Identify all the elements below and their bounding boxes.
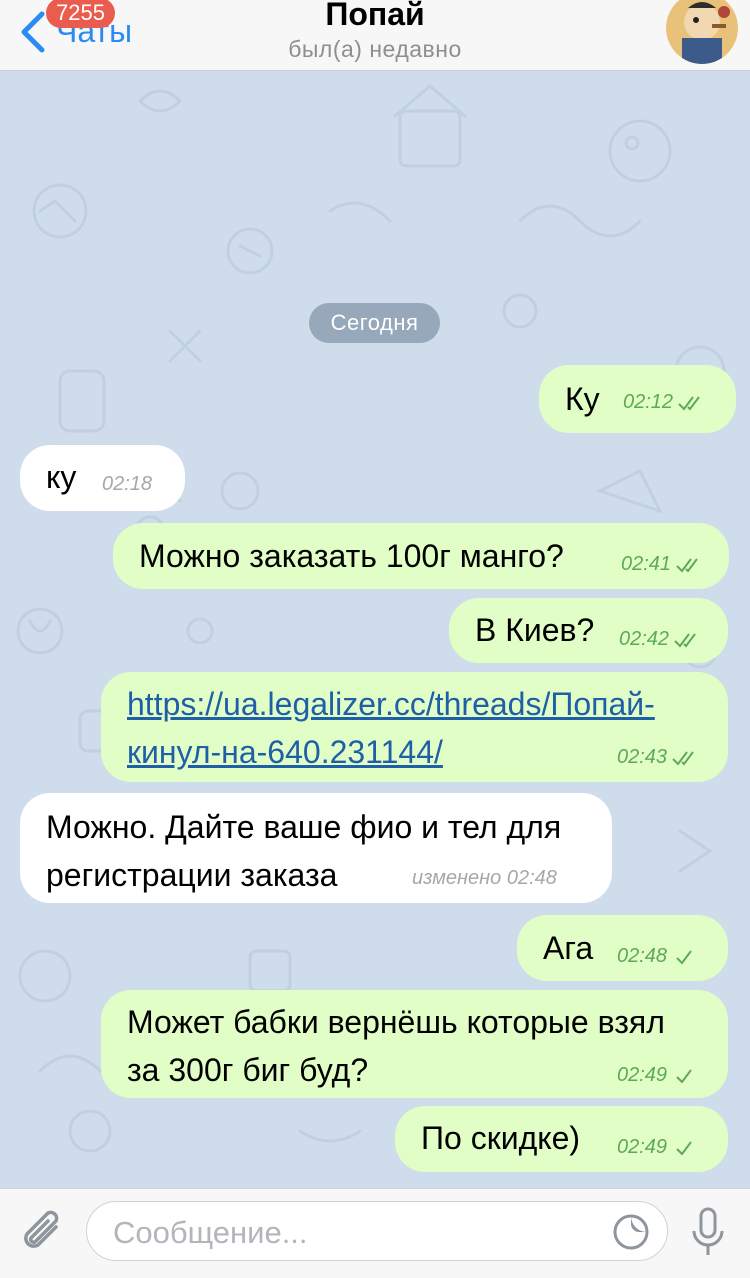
chat-header: Чаты 7255 Попай был(а) недавно — [0, 0, 750, 71]
message-list[interactable]: Сегодня Ку 02:12 ку 02:18 Можно заказать… — [0, 71, 750, 1188]
message-field[interactable] — [86, 1201, 668, 1261]
last-seen-status: был(а) недавно — [288, 36, 462, 62]
message-meta: 02:12 — [623, 391, 707, 414]
outgoing-message[interactable]: Ага 02:48 — [517, 915, 728, 981]
message-time: 02:48 — [617, 945, 668, 967]
message-text: Ага — [543, 930, 594, 966]
message-text: Ку — [565, 381, 600, 417]
message-line: регистрации заказа — [46, 857, 338, 893]
message-meta: 02:43 — [617, 746, 701, 769]
sticker-icon[interactable] — [611, 1212, 651, 1252]
outgoing-message[interactable]: https://ua.legalizer.cc/threads/Попай- к… — [101, 672, 728, 782]
outgoing-message[interactable]: В Киев? 02:42 — [449, 598, 728, 663]
message-time: 02:12 — [623, 391, 674, 413]
outgoing-message[interactable]: Ку 02:12 — [539, 365, 736, 433]
message-line: Может бабки вернёшь которые взял — [127, 1004, 665, 1040]
message-link[interactable]: https://ua.legalizer.cc/threads/Попай- к… — [127, 680, 655, 776]
message-text: В Киев? — [475, 612, 595, 648]
single-check-icon — [676, 949, 692, 965]
message-time: 02:42 — [619, 628, 670, 650]
microphone-icon[interactable] — [688, 1203, 728, 1263]
incoming-message[interactable]: Можно. Дайте ваше фио и тел для регистра… — [20, 793, 612, 903]
message-meta: 02:42 — [619, 628, 703, 651]
message-text: Может бабки вернёшь которые взял за 300г… — [127, 998, 665, 1094]
double-check-icon — [672, 750, 694, 766]
outgoing-message[interactable]: По скидке) 02:49 — [395, 1106, 728, 1172]
outgoing-message[interactable]: Можно заказать 100г манго? 02:41 — [113, 523, 729, 589]
link-line: https://ua.legalizer.cc/threads/Попай- — [127, 686, 655, 722]
message-meta: 02:48 — [617, 945, 701, 968]
date-separator: Сегодня — [309, 303, 440, 343]
message-meta: 02:41 — [621, 553, 705, 576]
message-meta: 02:18 — [102, 473, 152, 496]
single-check-icon — [676, 1068, 692, 1084]
message-text: По скидке) — [421, 1120, 581, 1156]
double-check-icon — [678, 395, 700, 411]
message-text: Можно заказать 100г манго? — [139, 538, 564, 574]
message-text: ку — [46, 459, 77, 495]
message-time: 02:49 — [617, 1136, 668, 1158]
message-meta: 02:49 — [617, 1136, 701, 1159]
message-time: 02:18 — [102, 473, 153, 495]
edited-label: изменено — [412, 867, 502, 889]
double-check-icon — [674, 632, 696, 648]
chat-title: Попай — [325, 0, 425, 32]
message-time: 02:49 — [617, 1064, 668, 1086]
single-check-icon — [676, 1140, 692, 1156]
message-meta: изменено 02:48 — [412, 867, 557, 890]
incoming-message[interactable]: ку 02:18 — [20, 445, 185, 511]
double-check-icon — [676, 557, 698, 573]
paperclip-icon[interactable] — [18, 1207, 68, 1259]
outgoing-message[interactable]: Может бабки вернёшь которые взял за 300г… — [101, 990, 728, 1098]
chat-title-block[interactable]: Попай был(а) недавно — [0, 0, 750, 64]
message-line: Можно. Дайте ваше фио и тел для — [46, 809, 562, 845]
message-time: 02:41 — [621, 553, 672, 575]
message-line: за 300г биг буд? — [127, 1052, 369, 1088]
message-input[interactable] — [111, 1212, 595, 1254]
message-input-bar — [0, 1188, 750, 1278]
message-time: 02:43 — [617, 746, 668, 768]
message-time: 02:48 — [506, 867, 557, 889]
message-meta: 02:49 — [617, 1064, 701, 1087]
link-line: кинул-на-640.231144/ — [127, 734, 443, 770]
